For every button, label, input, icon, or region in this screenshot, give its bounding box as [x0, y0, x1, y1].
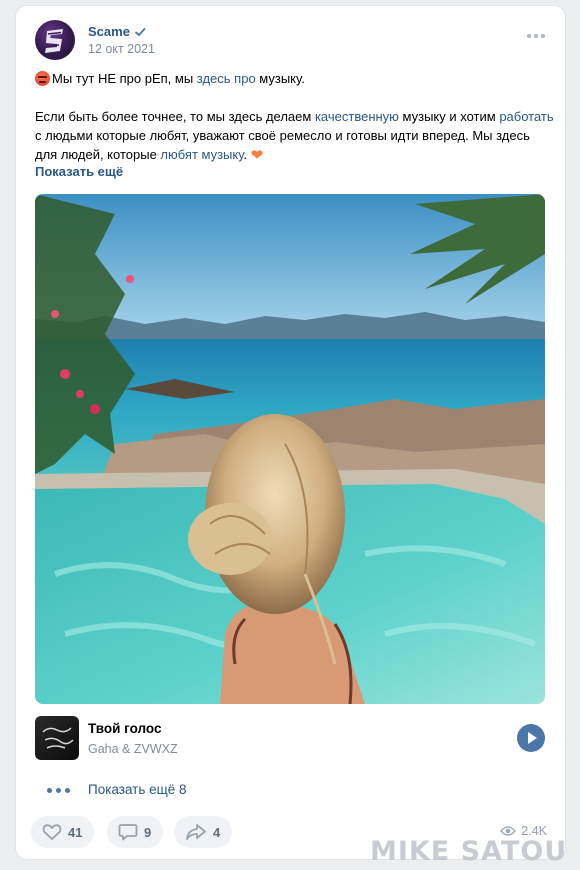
- post-line-1: Мы тут НЕ про рЕп, мы здесь про музыку.: [35, 69, 555, 88]
- track-artist[interactable]: Gaha & ZVWXZ: [88, 742, 178, 756]
- post-card: Scame 12 окт 2021 Мы тут НЕ про рЕп, мы …: [15, 5, 566, 860]
- text-fragment: с людьми которые любят, уважают своё рем…: [35, 128, 530, 162]
- watermark: MIKE SATOU: [370, 836, 568, 867]
- post-text: Мы тут НЕ про рЕп, мы здесь про музыку. …: [35, 69, 555, 165]
- like-count: 41: [68, 824, 83, 840]
- post-photo[interactable]: [35, 194, 545, 704]
- hashtag-link[interactable]: работать: [499, 109, 553, 124]
- like-button[interactable]: 41: [31, 816, 95, 848]
- angry-emoji-icon: [35, 71, 50, 86]
- author-name-label[interactable]: Scame: [88, 24, 130, 39]
- author-avatar[interactable]: [35, 20, 75, 60]
- track-title[interactable]: Твой голос: [88, 721, 161, 736]
- post-date[interactable]: 12 окт 2021: [88, 42, 155, 56]
- comment-count: 9: [144, 824, 152, 840]
- text-fragment: музыку и хотим: [398, 109, 500, 124]
- share-icon: [186, 824, 206, 840]
- text-fragment: .: [243, 147, 248, 162]
- show-more-audio-label[interactable]: Показать ещё 8: [88, 782, 187, 797]
- share-button[interactable]: 4: [174, 816, 233, 848]
- post-line-2: Если быть более точнее, то мы здесь дела…: [35, 107, 555, 165]
- comment-icon: [118, 824, 138, 841]
- hashtag-link[interactable]: любят музыку: [160, 147, 243, 162]
- like-icon: [42, 824, 62, 840]
- audio-cover[interactable]: [35, 716, 79, 760]
- text-fragment: Мы тут НЕ про рЕп, мы: [52, 71, 197, 86]
- heart-emoji-icon: ❤: [250, 147, 264, 164]
- show-more-audio[interactable]: Показать ещё 8: [35, 778, 335, 802]
- avatar-logo-icon: [45, 29, 63, 53]
- share-count: 4: [213, 824, 221, 840]
- post-header: Scame 12 окт 2021: [35, 20, 551, 62]
- show-more-link[interactable]: Показать ещё: [35, 164, 123, 179]
- hashtag-link[interactable]: качественную: [315, 109, 399, 124]
- audio-attachment[interactable]: Твой голос Gaha & ZVWXZ: [35, 716, 545, 762]
- more-icon[interactable]: [527, 30, 547, 42]
- author-name[interactable]: Scame: [88, 24, 146, 39]
- text-fragment: музыку.: [255, 71, 305, 86]
- verified-icon: [135, 27, 146, 36]
- text-fragment: Если быть более точнее, то мы здесь дела…: [35, 109, 315, 124]
- more-dots-icon: [47, 788, 70, 793]
- play-icon[interactable]: [517, 724, 545, 752]
- hashtag-link[interactable]: здесь про: [197, 71, 256, 86]
- comment-button[interactable]: 9: [107, 816, 164, 848]
